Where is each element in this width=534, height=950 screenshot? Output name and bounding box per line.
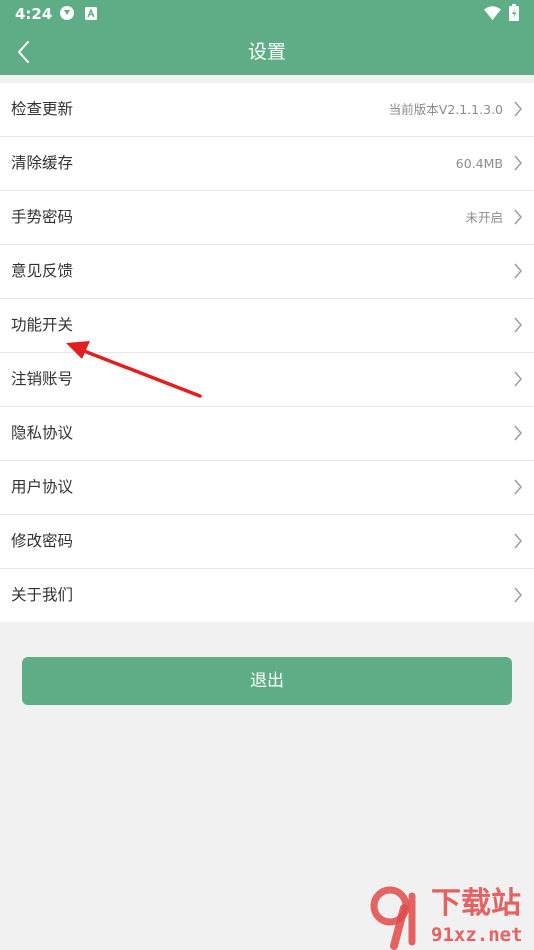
settings-item-check-update[interactable]: 检查更新 当前版本V2.1.1.3.0 bbox=[0, 83, 534, 137]
watermark-url: 91xz.net bbox=[431, 924, 523, 946]
settings-item-label: 功能开关 bbox=[11, 316, 74, 334]
settings-item-value: 当前版本V2.1.1.3.0 bbox=[388, 102, 503, 117]
settings-item-value: 60.4MB bbox=[455, 156, 503, 171]
settings-item-gesture-password[interactable]: 手势密码 未开启 bbox=[0, 191, 534, 245]
settings-item-label: 检查更新 bbox=[11, 100, 74, 118]
wifi-icon bbox=[484, 6, 501, 20]
sync-icon bbox=[60, 6, 74, 20]
chevron-right-icon bbox=[514, 479, 522, 495]
settings-item-label: 清除缓存 bbox=[11, 154, 74, 172]
settings-item-user-agreement[interactable]: 用户协议 bbox=[0, 461, 534, 515]
chevron-right-icon bbox=[514, 371, 522, 387]
logout-button[interactable]: 退出 bbox=[22, 657, 512, 705]
app-header: 4:24 设置 bbox=[0, 0, 534, 75]
chevron-right-icon bbox=[514, 263, 522, 279]
settings-item-label: 隐私协议 bbox=[11, 424, 74, 442]
navigation-bar: 设置 bbox=[0, 28, 534, 75]
watermark-logo-icon bbox=[370, 886, 416, 950]
chevron-right-icon bbox=[514, 209, 522, 225]
chevron-right-icon bbox=[514, 425, 522, 441]
site-watermark: 下载站 91xz.net bbox=[368, 884, 534, 950]
chevron-right-icon bbox=[514, 533, 522, 549]
settings-item-privacy-policy[interactable]: 隐私协议 bbox=[0, 407, 534, 461]
settings-item-label: 意见反馈 bbox=[11, 262, 74, 280]
chevron-right-icon bbox=[514, 317, 522, 333]
page-title: 设置 bbox=[247, 41, 286, 63]
settings-item-clear-cache[interactable]: 清除缓存 60.4MB bbox=[0, 137, 534, 191]
battery-icon bbox=[509, 4, 519, 21]
settings-item-label: 关于我们 bbox=[11, 586, 74, 604]
settings-item-value: 未开启 bbox=[465, 210, 503, 225]
settings-item-label: 修改密码 bbox=[11, 532, 74, 550]
settings-item-label: 手势密码 bbox=[11, 208, 74, 226]
settings-item-feedback[interactable]: 意见反馈 bbox=[0, 245, 534, 299]
settings-item-about-us[interactable]: 关于我们 bbox=[0, 569, 534, 622]
chevron-right-icon bbox=[514, 101, 522, 117]
status-bar: 4:24 bbox=[0, 0, 534, 28]
chevron-right-icon bbox=[514, 587, 522, 603]
watermark-title: 下载站 bbox=[431, 886, 521, 921]
annotation-arrow-icon bbox=[66, 341, 202, 398]
status-time: 4:24 bbox=[15, 5, 53, 23]
app-notification-icon bbox=[85, 7, 97, 20]
settings-item-label: 用户协议 bbox=[11, 478, 74, 496]
settings-item-change-password[interactable]: 修改密码 bbox=[0, 515, 534, 569]
chevron-right-icon bbox=[514, 155, 522, 171]
